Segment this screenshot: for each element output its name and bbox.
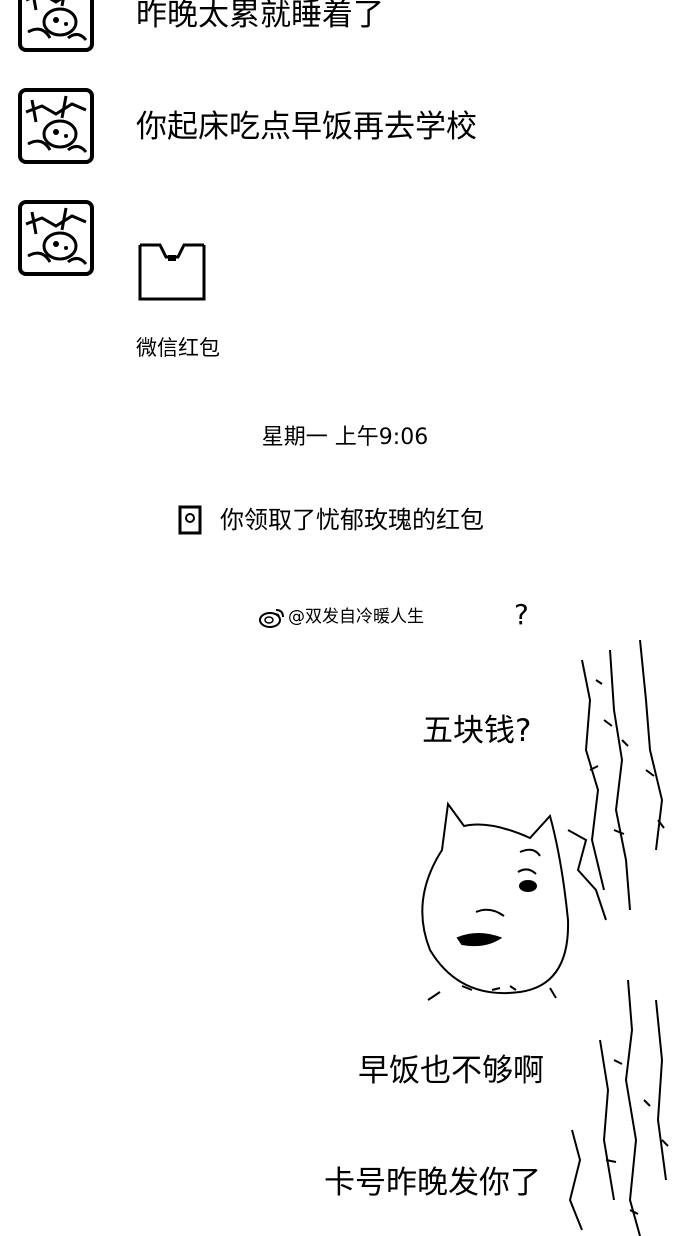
sketch-scribble-bottom xyxy=(568,979,669,1236)
meme-line: 五块钱? xyxy=(422,713,532,749)
sketch-scribble-top xyxy=(567,640,665,921)
chat-message-red-packet[interactable] xyxy=(0,200,690,370)
message-text[interactable]: 昨晚太累就睡着了 xyxy=(136,0,384,34)
avatar[interactable] xyxy=(18,88,94,164)
avatar[interactable] xyxy=(18,0,94,52)
message-text[interactable]: 你起床吃点早饭再去学校 xyxy=(136,108,477,146)
chat-message: 昨晚太累就睡着了 xyxy=(0,0,690,60)
watermark: @双发自冷暖人生 xyxy=(258,605,424,629)
meme-line: 早饭也不够啊 xyxy=(358,1053,544,1089)
red-packet-icon[interactable] xyxy=(138,243,206,301)
avatar-icon xyxy=(26,0,88,41)
avatar-icon xyxy=(25,95,88,153)
chat-message: 你起床吃点早饭再去学校 xyxy=(0,88,690,168)
meme-line: 卡号昨晚发你了 xyxy=(324,1165,541,1201)
avatar[interactable] xyxy=(18,200,94,276)
timestamp: 星期一 上午9:06 xyxy=(261,425,429,450)
watermark-text: @双发自冷暖人生 xyxy=(288,607,424,627)
system-notice-text: 你领取了忧郁玫瑰的红包 xyxy=(220,506,484,534)
weibo-icon xyxy=(259,609,284,628)
meme-question-mark: ? xyxy=(514,598,529,631)
red-packet-small-icon xyxy=(178,505,202,535)
red-packet-label[interactable]: 微信红包 xyxy=(136,334,220,362)
system-notice: 你领取了忧郁玫瑰的红包 xyxy=(178,504,484,536)
avatar-icon xyxy=(25,207,88,265)
cat-face xyxy=(421,801,570,1001)
